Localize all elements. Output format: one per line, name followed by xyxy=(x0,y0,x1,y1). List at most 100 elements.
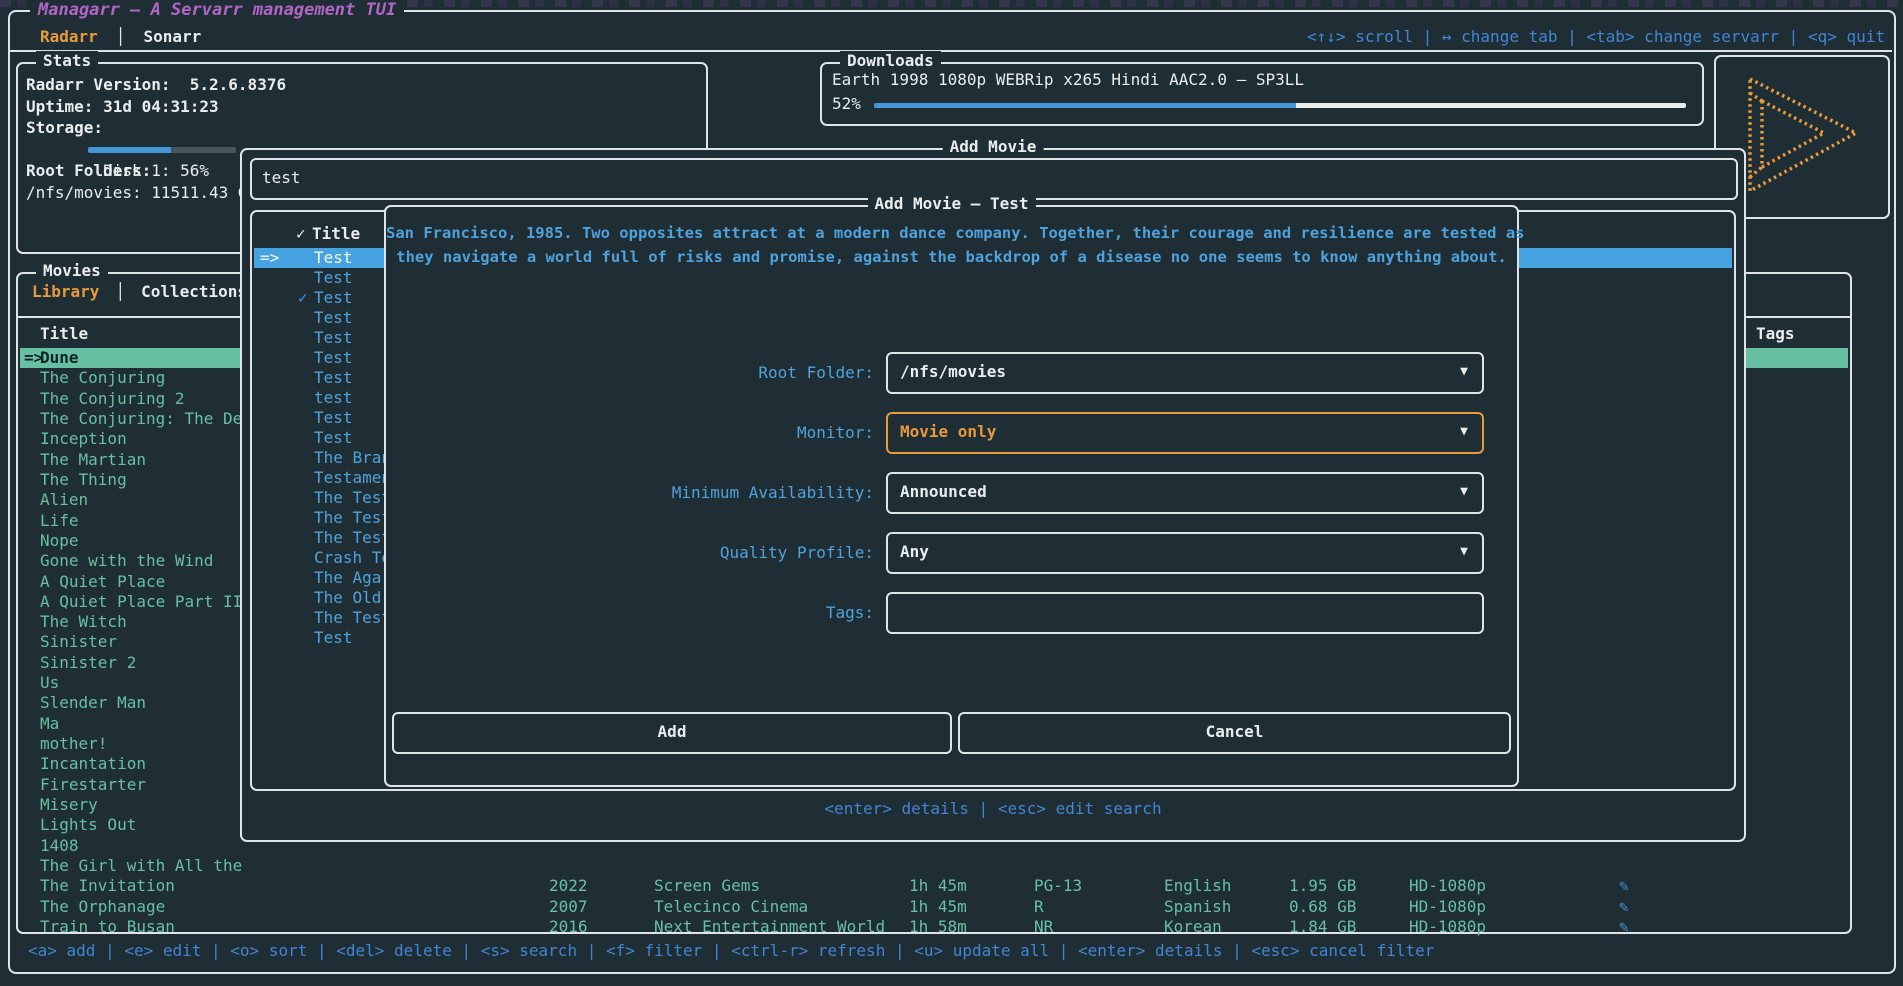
result-title: Test xyxy=(314,428,353,448)
add-movie-modal: Add Movie – Test San Francisco, 1985. Tw… xyxy=(384,205,1519,787)
pencil-icon: ✎ xyxy=(1619,917,1629,937)
pencil-icon: ✎ xyxy=(1619,876,1629,896)
movie-year: 2016 xyxy=(549,917,588,937)
movie-title: The Martian xyxy=(40,450,146,470)
result-title: The Test xyxy=(314,488,391,508)
movie-size: 0.68 GB xyxy=(1289,897,1356,917)
movie-title: The Invitation xyxy=(40,876,175,896)
tab-collections[interactable]: Collections xyxy=(137,282,251,301)
movie-title: Nope xyxy=(40,531,79,551)
movie-title: A Quiet Place xyxy=(40,572,165,592)
movie-title: Sinister xyxy=(40,632,117,652)
added-check-icon: ✓ xyxy=(298,288,308,308)
movie-language: English xyxy=(1164,876,1231,896)
field-value: Announced xyxy=(900,474,987,510)
stats-panel-title: Stats xyxy=(36,51,98,70)
result-title: Test xyxy=(314,368,353,388)
field-dropdown[interactable]: /nfs/movies ▼ xyxy=(886,352,1484,394)
movie-row[interactable]: The Orphanage2007Telecinco Cinema1h 45mR… xyxy=(20,897,1848,917)
movie-title: The Orphanage xyxy=(40,897,165,917)
form-row: Quality Profile: Any ▼ xyxy=(386,532,1517,574)
form-row: Minimum Availability:Announced▼ xyxy=(386,472,1517,514)
movie-studio: Screen Gems xyxy=(654,876,760,896)
movie-runtime: 1h 45m xyxy=(909,897,967,917)
selected-row-arrow: => xyxy=(260,248,279,268)
dropdown-arrow-icon: ▼ xyxy=(1460,474,1468,510)
form-row: Monitor: Movie only ▼ xyxy=(386,412,1517,454)
servarr-tabbar: Radarr │ Sonarr xyxy=(36,27,205,46)
downloads-panel-title: Downloads xyxy=(840,51,941,70)
movie-title: Alien xyxy=(40,490,88,510)
cancel-button[interactable]: Cancel xyxy=(958,712,1511,754)
result-title: Test xyxy=(314,248,353,268)
movie-row[interactable]: Train to Busan 2016 Next Entertainment Wor… xyxy=(20,917,1848,937)
movie-title: Firestarter xyxy=(40,775,146,795)
column-header-tags: Tags xyxy=(1756,324,1795,343)
download-progress-gauge xyxy=(874,103,1686,108)
result-title: Test xyxy=(314,308,353,328)
dropdown-arrow-icon: ▼ xyxy=(1460,534,1468,570)
field-dropdown[interactable]: Movie only ▼ xyxy=(886,412,1484,454)
movie-quality: HD-1080p xyxy=(1409,876,1486,896)
form-row: Root Folder:/nfs/movies▼ xyxy=(386,352,1517,394)
movies-tab-divider: │ xyxy=(115,282,125,301)
tab-library[interactable]: Library xyxy=(28,282,103,301)
add-movie-panel-title: Add Movie xyxy=(943,137,1044,156)
result-title: The Old xyxy=(314,588,381,608)
result-title: The Bran xyxy=(314,448,391,468)
field-value: Movie only xyxy=(900,414,996,450)
movie-title: Ma xyxy=(40,714,59,734)
field-label: Tags: xyxy=(386,592,874,634)
movie-title: The Thing xyxy=(40,470,127,490)
field-label: Monitor: xyxy=(386,412,874,454)
movie-row[interactable]: The Invitation2022Screen Gems1h 45mPG-13… xyxy=(20,876,1848,896)
managarr-app: Managarr – A Servarr management TUI Rada… xyxy=(0,0,1903,986)
movie-title: Us xyxy=(40,673,59,693)
movie-title: Gone with the Wind xyxy=(40,551,213,571)
add-button[interactable]: Add xyxy=(392,712,952,754)
field-dropdown[interactable]: Announced ▼ xyxy=(886,472,1484,514)
search-input-value: test xyxy=(262,160,301,196)
downloads-panel: Downloads Earth 1998 1080p WEBRip x265 H… xyxy=(820,62,1704,126)
tab-sonarr[interactable]: Sonarr xyxy=(139,27,205,46)
results-footer-help: <enter> details | <esc> edit search xyxy=(242,799,1744,818)
movie-language: Spanish xyxy=(1164,897,1231,917)
movie-title: Train to Busan xyxy=(40,917,175,937)
movie-rating: PG-13 xyxy=(1034,876,1082,896)
field-input[interactable] xyxy=(886,592,1484,634)
modal-form: Root Folder:/nfs/movies▼Monitor:Movie on… xyxy=(386,207,1517,785)
movie-title: The Witch xyxy=(40,612,127,632)
movie-studio: Next Entertainment World xyxy=(654,917,885,937)
movie-title: 1408 xyxy=(40,836,79,856)
results-check-header: ✓ xyxy=(296,224,306,243)
field-value: /nfs/movies xyxy=(900,354,1006,390)
result-title: Crash Te xyxy=(314,548,391,568)
movie-title: Life xyxy=(40,511,79,531)
field-label: Quality Profile: xyxy=(386,532,874,574)
dropdown-arrow-icon: ▼ xyxy=(1460,414,1468,450)
movie-title: mother! xyxy=(40,734,107,754)
radarr-version: Radarr Version: 5.2.6.8376 xyxy=(18,74,706,96)
bottom-help-keybindings: <a> add | <e> edit | <o> sort | <del> de… xyxy=(28,941,1434,960)
result-title: Test xyxy=(314,328,353,348)
column-header-title: Title xyxy=(40,324,88,343)
movie-title: Misery xyxy=(40,795,98,815)
movie-title: Slender Man xyxy=(40,693,146,713)
field-dropdown[interactable]: Any ▼ xyxy=(886,532,1484,574)
movie-language: Korean xyxy=(1164,917,1222,937)
movie-title: A Quiet Place Part II xyxy=(40,592,242,612)
movies-panel-title: Movies xyxy=(36,261,108,280)
field-value: Any xyxy=(900,534,929,570)
movie-title: Incantation xyxy=(40,754,146,774)
result-title: Test xyxy=(314,408,353,428)
form-row: Tags: xyxy=(386,592,1517,634)
tab-radarr[interactable]: Radarr xyxy=(36,27,102,46)
app-title: Managarr – A Servarr management TUI xyxy=(30,0,404,20)
top-help-keybindings: <↑↓> scroll | ↔ change tab | <tab> chang… xyxy=(1307,27,1885,46)
movie-title: Sinister 2 xyxy=(40,653,136,673)
dropdown-arrow-icon: ▼ xyxy=(1460,354,1468,390)
movie-title: The Conjuring xyxy=(40,368,165,388)
pencil-icon: ✎ xyxy=(1619,897,1629,917)
result-title: The Test xyxy=(314,528,391,548)
movie-row[interactable]: The Girl with All the xyxy=(20,856,1848,876)
